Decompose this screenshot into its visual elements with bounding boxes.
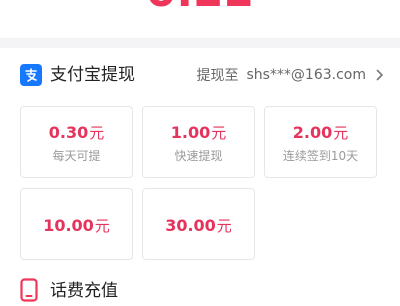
option-description: 每天可提 bbox=[52, 149, 101, 163]
option-amount: 10.00元 bbox=[43, 216, 110, 235]
option-amount: 30.00元 bbox=[165, 216, 232, 235]
phone-recharge-header[interactable]: 话费充值 bbox=[0, 274, 400, 306]
withdraw-option-2-00[interactable]: 2.00元 连续签到10天 bbox=[264, 106, 377, 178]
alipay-withdraw-header: 支付宝提现 提现至 shs***@163.com bbox=[0, 58, 400, 94]
section-divider bbox=[0, 38, 400, 48]
balance-amount: 0.22 bbox=[0, 0, 400, 14]
option-amount: 2.00元 bbox=[292, 123, 349, 142]
chevron-right-icon bbox=[376, 69, 384, 81]
withdraw-option-30-00[interactable]: 30.00元 bbox=[142, 188, 255, 260]
option-description: 快速提现 bbox=[174, 149, 223, 163]
withdraw-option-1-00[interactable]: 1.00元 快速提现 bbox=[142, 106, 255, 178]
withdraw-account: shs***@163.com bbox=[246, 67, 366, 83]
balance-banner: 0.22 bbox=[0, 0, 400, 38]
option-amount: 1.00元 bbox=[170, 123, 227, 142]
phone-section-title: 话费充值 bbox=[50, 281, 118, 301]
withdraw-option-0-30[interactable]: 0.30元 每天可提 bbox=[20, 106, 133, 178]
withdraw-prefix-label: 提现至 bbox=[196, 68, 239, 84]
withdraw-account-selector[interactable]: 提现至 shs***@163.com bbox=[196, 64, 384, 86]
phone-icon bbox=[20, 278, 38, 302]
option-description: 连续签到10天 bbox=[282, 149, 359, 163]
withdraw-option-10-00[interactable]: 10.00元 bbox=[20, 188, 133, 260]
alipay-icon bbox=[20, 64, 42, 86]
option-amount: 0.30元 bbox=[48, 123, 105, 142]
withdraw-page: 0.22 支付宝提现 提现至 shs***@163.com 0.30元 每天可提… bbox=[0, 0, 400, 306]
alipay-section-title: 支付宝提现 bbox=[50, 65, 135, 85]
